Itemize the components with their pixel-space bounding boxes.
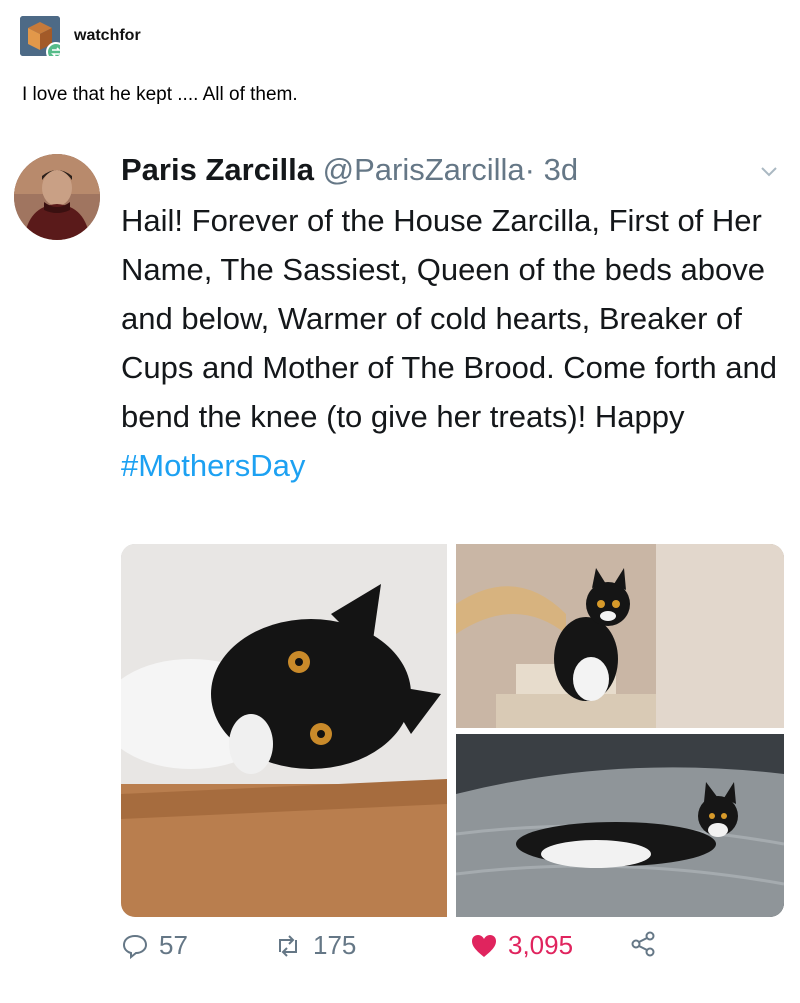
retweet-button[interactable]: 175 — [273, 930, 356, 961]
reblog-icon — [46, 42, 60, 56]
tweet-actions: 57 175 3,095 — [121, 930, 681, 974]
reply-count: 57 — [159, 930, 188, 960]
post-header: watchfor — [20, 16, 141, 56]
media-grid — [121, 544, 784, 917]
post-caption: I love that he kept .... All of them. — [22, 84, 298, 105]
avatar[interactable] — [14, 154, 100, 240]
display-name[interactable]: Paris Zarcilla — [121, 152, 314, 187]
reply-button[interactable]: 57 — [121, 930, 188, 961]
cat-photo-floor[interactable] — [121, 544, 447, 917]
tweet-header: Paris Zarcilla @ParisZarcilla· 3d — [121, 148, 578, 192]
share-button[interactable] — [629, 930, 667, 958]
retweet-count: 175 — [313, 930, 357, 960]
handle[interactable]: @ParisZarcilla — [323, 152, 525, 187]
heart-icon — [472, 934, 496, 957]
cat-photo-blanket[interactable] — [456, 734, 784, 917]
cat-photo-cat-tree[interactable] — [456, 544, 784, 728]
share-icon — [631, 931, 655, 957]
reply-icon — [122, 934, 148, 959]
like-count: 3,095 — [508, 930, 574, 960]
embedded-tweet[interactable]: Paris Zarcilla @ParisZarcilla· 3d Hail! … — [0, 148, 800, 1003]
timestamp[interactable]: 3d — [544, 152, 578, 187]
hashtag-link[interactable]: #MothersDay — [121, 441, 791, 490]
tweet-text-body: Hail! Forever of the House Zarcilla, Fir… — [121, 203, 777, 434]
blog-avatar[interactable] — [20, 16, 60, 56]
blog-name[interactable]: watchfor — [74, 27, 141, 45]
separator: · — [524, 152, 535, 187]
chevron-down-icon[interactable] — [760, 166, 778, 178]
tweet-text: Hail! Forever of the House Zarcilla, Fir… — [121, 196, 791, 490]
retweet-icon — [279, 934, 297, 957]
like-button[interactable]: 3,095 — [470, 930, 573, 961]
